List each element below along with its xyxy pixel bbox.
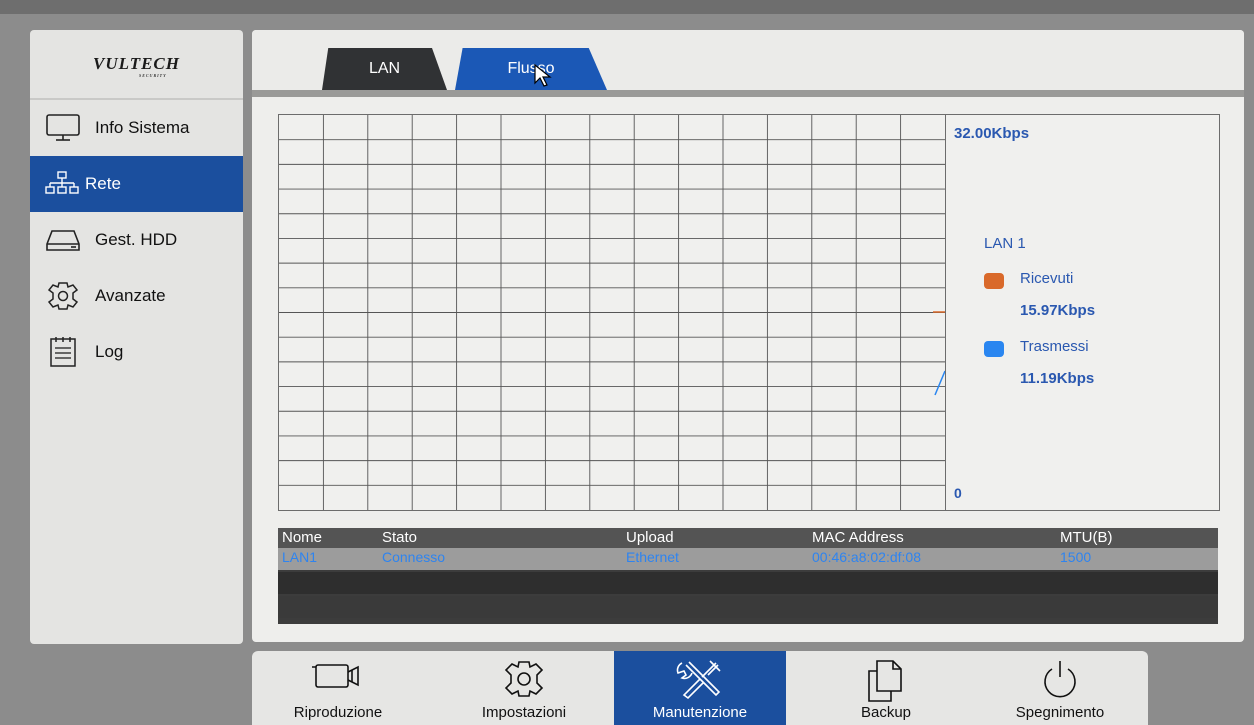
sidebar-item-rete[interactable]: Rete xyxy=(30,156,243,212)
transmitted-value: 11.19Kbps xyxy=(1020,370,1095,387)
sidebar-item-info-sistema[interactable]: Info Sistema xyxy=(30,100,243,156)
tools-icon xyxy=(676,660,721,700)
main-panel: LAN Flusso 32.00Kbps LAN 1 Ricevuti 15.9… xyxy=(252,30,1244,642)
hdd-icon xyxy=(46,230,80,251)
network-table: Nome Stato Upload MAC Address MTU(B) LAN… xyxy=(278,528,1218,624)
received-label: Ricevuti xyxy=(1020,270,1074,287)
monitor-icon xyxy=(46,114,80,141)
sidebar-item-label: Gest. HDD xyxy=(95,230,178,249)
bottom-nav: Riproduzione Impostazioni Manutenzione B… xyxy=(252,651,1148,725)
tab-label: LAN xyxy=(368,60,401,77)
power-icon xyxy=(1044,661,1076,698)
logo-subtext: SECURITY xyxy=(139,73,167,78)
received-swatch xyxy=(984,273,1004,289)
cell-nome: LAN1 xyxy=(282,549,318,565)
table-row-empty xyxy=(278,596,1218,618)
cell-mtu: 1500 xyxy=(1060,549,1092,565)
cell-mac: 00:46:a8:02:df:08 xyxy=(812,549,921,565)
nav-label: Impostazioni xyxy=(481,704,567,721)
received-value: 15.97Kbps xyxy=(1020,302,1096,319)
nav-label: Riproduzione xyxy=(293,704,383,721)
sidebar-item-label: Avanzate xyxy=(95,286,166,305)
nav-label: Backup xyxy=(860,704,912,721)
nav-manutenzione[interactable]: Manutenzione xyxy=(614,651,786,725)
cell-stato: Connesso xyxy=(382,549,446,565)
logo-text: VULTECH xyxy=(93,54,180,73)
tab-lan[interactable]: LAN xyxy=(322,48,447,90)
table-row[interactable]: LAN1 Connesso Ethernet 00:46:a8:02:df:08… xyxy=(278,548,1218,570)
nav-impostazioni[interactable]: Impostazioni xyxy=(438,651,610,725)
sidebar-item-log[interactable]: Log xyxy=(30,324,243,380)
bandwidth-graph: 32.00Kbps LAN 1 Ricevuti 15.97Kbps Trasm… xyxy=(278,114,1220,511)
col-mtu: MTU(B) xyxy=(1060,529,1113,546)
logo: VULTECH SECURITY xyxy=(30,30,243,100)
nav-label: Spegnimento xyxy=(1015,704,1105,721)
table-header: Nome Stato Upload MAC Address MTU(B) xyxy=(278,528,1218,548)
axis-min-label: 0 xyxy=(954,485,962,501)
sidebar: VULTECH SECURITY Info Sistema Rete Gest.… xyxy=(30,30,243,644)
copy-icon xyxy=(868,660,902,702)
network-icon xyxy=(45,171,79,194)
tab-bar: LAN Flusso xyxy=(252,30,1244,90)
nav-spegnimento[interactable]: Spegnimento xyxy=(974,651,1146,725)
col-nome: Nome xyxy=(282,529,323,546)
tab-flusso[interactable]: Flusso xyxy=(455,48,607,90)
sidebar-item-gest-hdd[interactable]: Gest. HDD xyxy=(30,212,243,268)
table-row-empty xyxy=(278,572,1218,594)
nav-riproduzione[interactable]: Riproduzione xyxy=(252,651,424,725)
tab-underline xyxy=(252,90,1244,97)
log-icon xyxy=(50,337,76,367)
gear-icon xyxy=(504,661,544,697)
mouse-cursor-icon xyxy=(534,64,552,87)
cell-upload: Ethernet xyxy=(626,549,679,565)
camera-icon xyxy=(312,664,359,688)
col-upload: Upload xyxy=(626,529,674,546)
graph-grid-lines xyxy=(279,115,946,510)
transmitted-swatch xyxy=(984,341,1004,357)
nav-label: Manutenzione xyxy=(652,704,748,721)
transmitted-trace xyxy=(934,370,946,396)
graph-grid xyxy=(279,115,946,510)
gear-icon xyxy=(47,282,79,310)
graph-legend: 32.00Kbps LAN 1 Ricevuti 15.97Kbps Trasm… xyxy=(945,115,1220,510)
sidebar-item-label: Log xyxy=(95,342,124,361)
sidebar-item-avanzate[interactable]: Avanzate xyxy=(30,268,243,324)
nav-backup[interactable]: Backup xyxy=(800,651,972,725)
axis-max-label: 32.00Kbps xyxy=(954,125,1030,142)
transmitted-label: Trasmessi xyxy=(1020,338,1089,355)
sidebar-item-label: Info Sistema xyxy=(95,118,190,137)
screen-bezel xyxy=(0,0,1254,14)
col-stato: Stato xyxy=(382,529,418,546)
sidebar-item-label: Rete xyxy=(85,174,121,193)
legend-title: LAN 1 xyxy=(984,235,1026,252)
col-mac: MAC Address xyxy=(812,529,904,546)
